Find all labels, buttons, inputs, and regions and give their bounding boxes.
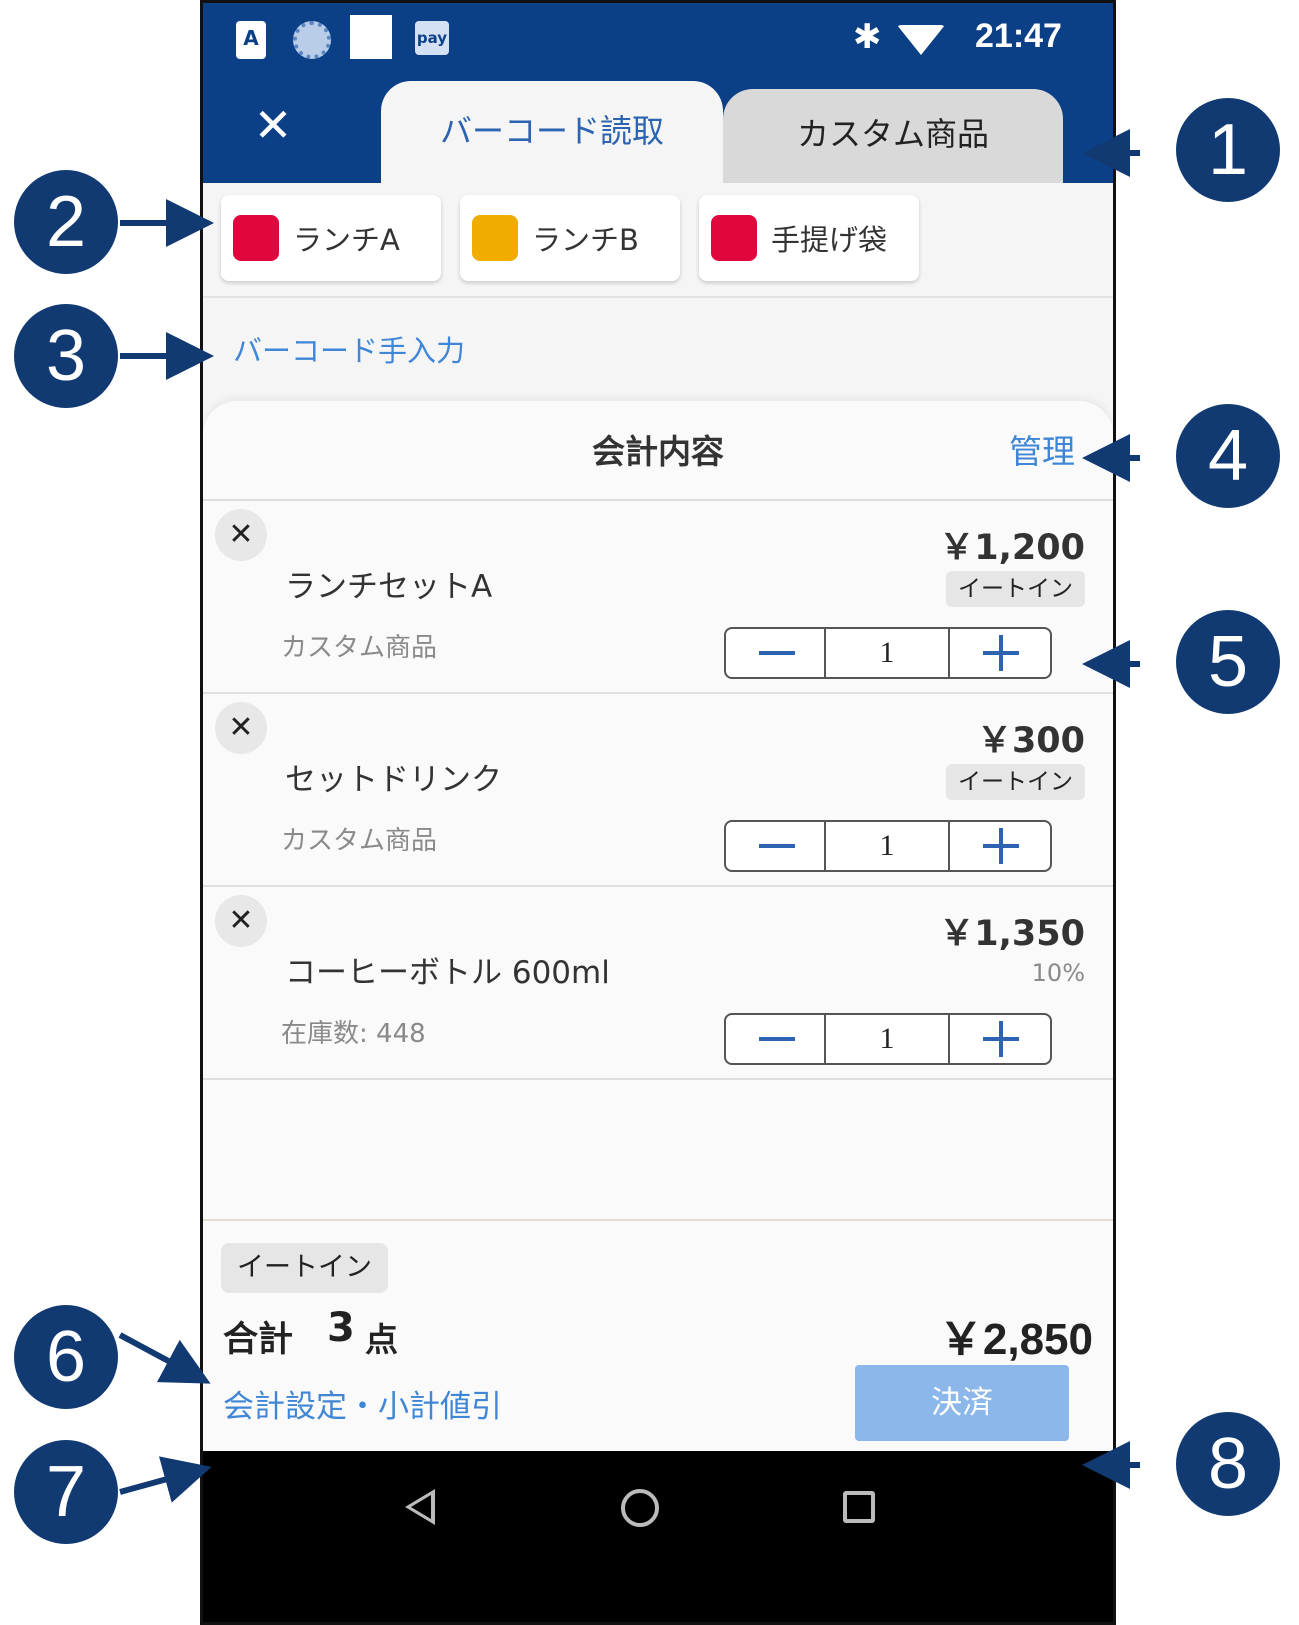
cart-item: ✕ セットドリンク カスタム商品 ￥300 イートイン 1 xyxy=(203,694,1113,887)
item-price: ￥300 xyxy=(976,721,1085,761)
item-name: セットドリンク xyxy=(285,762,502,798)
app-a-icon: A xyxy=(236,21,266,59)
bluetooth-icon: ✱ xyxy=(853,17,882,57)
tab-header: ✕ バーコード読取 カスタム商品 xyxy=(203,79,1113,183)
item-subtext: カスタム商品 xyxy=(281,826,438,856)
back-icon[interactable] xyxy=(405,1489,435,1525)
eat-in-badge[interactable]: イートイン xyxy=(946,571,1085,607)
item-name: コーヒーボトル 600ml xyxy=(285,955,610,991)
item-subtext: 在庫数: 448 xyxy=(281,1019,426,1049)
android-nav-bar xyxy=(203,1451,1113,1622)
eat-in-badge[interactable]: イートイン xyxy=(946,764,1085,800)
manual-barcode-entry-link[interactable]: バーコード手入力 xyxy=(233,328,465,370)
notification-icon xyxy=(350,15,392,59)
clock: 21:47 xyxy=(975,17,1062,55)
color-swatch xyxy=(711,215,757,261)
total-label: 合計 xyxy=(223,1320,294,1360)
tab-custom-product[interactable]: カスタム商品 xyxy=(723,89,1063,183)
plus-icon[interactable] xyxy=(950,822,1052,870)
callout-marker: 4 xyxy=(1176,404,1280,508)
callout-marker: 1 xyxy=(1176,98,1280,202)
callout-marker: 7 xyxy=(14,1440,118,1544)
arrow-7 xyxy=(119,1456,212,1503)
total-count: 3 xyxy=(327,1305,355,1351)
status-bar: A pay ✱ 21:47 xyxy=(203,3,1113,79)
arrow-6 xyxy=(118,1332,211,1384)
wifi-icon xyxy=(897,25,945,55)
home-icon[interactable] xyxy=(621,1489,659,1527)
cart-item: ✕ コーヒーボトル 600ml 在庫数: 448 ￥1,350 10% 1 xyxy=(203,887,1113,1080)
pay-icon: pay xyxy=(415,21,449,55)
quick-button-bag[interactable]: 手提げ袋 xyxy=(699,195,919,281)
total-unit: 点 xyxy=(365,1320,398,1359)
quantity-stepper: 1 xyxy=(724,820,1052,872)
checkout-footer: イートイン 合計 3 点 ￥2,850 会計設定・小計値引 決済 xyxy=(203,1219,1113,1451)
eat-in-toggle[interactable]: イートイン xyxy=(221,1243,388,1293)
manage-link[interactable]: 管理 xyxy=(1009,425,1075,473)
callout-marker: 5 xyxy=(1176,610,1280,714)
close-icon[interactable]: ✕ xyxy=(243,95,303,155)
plus-icon[interactable] xyxy=(950,629,1052,677)
cart-item: ✕ ランチセットA カスタム商品 ￥1,200 イートイン 1 xyxy=(203,501,1113,694)
quick-button-label: 手提げ袋 xyxy=(771,223,888,257)
color-swatch xyxy=(233,215,279,261)
quantity-stepper: 1 xyxy=(724,627,1052,679)
pay-button[interactable]: 決済 xyxy=(855,1365,1069,1441)
quick-button-row: ランチA ランチB 手提げ袋 xyxy=(203,183,1113,298)
minus-icon[interactable] xyxy=(726,629,826,677)
quick-button-label: ランチB xyxy=(532,223,639,257)
quick-button-lunch-b[interactable]: ランチB xyxy=(460,195,680,281)
item-subtext: カスタム商品 xyxy=(281,633,438,663)
quantity-stepper: 1 xyxy=(724,1013,1052,1065)
remove-item-icon[interactable]: ✕ xyxy=(215,895,267,947)
color-swatch xyxy=(472,215,518,261)
minus-icon[interactable] xyxy=(726,822,826,870)
total-amount: ￥2,850 xyxy=(938,1315,1093,1364)
quantity-value[interactable]: 1 xyxy=(826,1015,950,1063)
remove-item-icon[interactable]: ✕ xyxy=(215,509,267,561)
item-name: ランチセットA xyxy=(285,569,493,605)
checkout-settings-link[interactable]: 会計設定・小計値引 xyxy=(223,1381,502,1426)
callout-marker: 6 xyxy=(14,1305,118,1409)
plus-icon[interactable] xyxy=(950,1015,1052,1063)
quantity-value[interactable]: 1 xyxy=(826,629,950,677)
item-price: ￥1,200 xyxy=(939,528,1085,568)
tax-rate: 10% xyxy=(1031,959,1085,987)
device-screen: A pay ✱ 21:47 ✕ バーコード読取 カスタム商品 ランチA ランチB… xyxy=(200,0,1116,1625)
sync-icon xyxy=(293,21,331,59)
callout-marker: 3 xyxy=(14,304,118,408)
tab-barcode-scan[interactable]: バーコード読取 xyxy=(381,81,723,183)
panel-title: 会計内容 xyxy=(592,432,724,471)
callout-marker: 2 xyxy=(14,170,118,274)
minus-icon[interactable] xyxy=(726,1015,826,1063)
callout-marker: 8 xyxy=(1176,1412,1280,1516)
recents-icon[interactable] xyxy=(843,1491,875,1523)
quick-button-lunch-a[interactable]: ランチA xyxy=(221,195,441,281)
quantity-value[interactable]: 1 xyxy=(826,822,950,870)
item-price: ￥1,350 xyxy=(939,914,1085,954)
quick-button-label: ランチA xyxy=(293,223,400,257)
remove-item-icon[interactable]: ✕ xyxy=(215,702,267,754)
